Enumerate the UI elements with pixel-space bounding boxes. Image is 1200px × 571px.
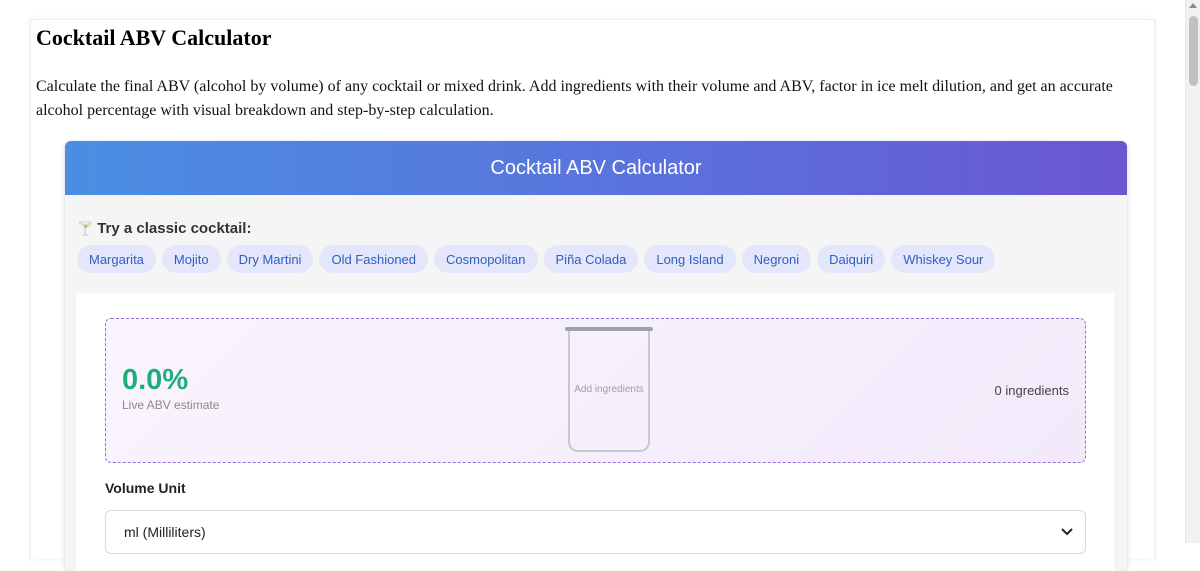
calculator-panel: 0.0% Live ABV estimate Add ingredients 0… <box>76 293 1114 571</box>
abv-value: 0.0% <box>122 364 189 396</box>
volume-unit-label: Volume Unit <box>105 480 186 496</box>
calculator-card: Cocktail ABV Calculator 🍸 Try a classic … <box>65 141 1127 571</box>
scrollbar-thumb[interactable] <box>1189 16 1198 86</box>
abv-preview: 0.0% Live ABV estimate Add ingredients 0… <box>105 318 1086 463</box>
page-scrollbar[interactable] <box>1185 0 1200 543</box>
cocktail-glass-icon: 🍸 <box>77 220 94 236</box>
volume-unit-selected: ml (Milliliters) <box>124 524 206 540</box>
preset-chip-list: Margarita Mojito Dry Martini Old Fashion… <box>77 245 996 273</box>
preset-chip-mojito[interactable]: Mojito <box>161 245 221 273</box>
preset-chip-daiquiri[interactable]: Daiquiri <box>817 245 886 273</box>
page-description: Calculate the final ABV (alcohol by volu… <box>36 78 1113 119</box>
page-container: Cocktail ABV Calculator Calculate the fi… <box>30 19 1155 571</box>
preset-chip-long-island[interactable]: Long Island <box>644 245 736 273</box>
glass-illustration: Add ingredients <box>565 327 653 452</box>
chevron-down-icon <box>1061 528 1073 536</box>
preset-chip-pina-colada[interactable]: Piña Colada <box>543 245 639 273</box>
volume-unit-select[interactable]: ml (Milliliters) <box>105 510 1086 554</box>
preset-chip-whiskey-sour[interactable]: Whiskey Sour <box>891 245 996 273</box>
glass-rim <box>565 327 653 331</box>
glass-empty-text: Add ingredients <box>574 384 644 395</box>
preset-chip-cosmopolitan[interactable]: Cosmopolitan <box>434 245 538 273</box>
preset-chip-old-fashioned[interactable]: Old Fashioned <box>319 245 429 273</box>
page-title: Cocktail ABV Calculator <box>36 25 272 50</box>
abv-caption: Live ABV estimate <box>122 398 220 412</box>
preset-chip-margarita[interactable]: Margarita <box>77 245 156 273</box>
calculator-header: Cocktail ABV Calculator <box>65 141 1127 195</box>
calculator-title: Cocktail ABV Calculator <box>490 156 702 179</box>
preset-chip-negroni[interactable]: Negroni <box>741 245 812 273</box>
ingredient-count: 0 ingredients <box>994 383 1069 398</box>
preset-chip-dry-martini[interactable]: Dry Martini <box>226 245 314 273</box>
presets-label: 🍸 Try a classic cocktail: <box>77 220 251 237</box>
scroll-up-arrow-icon[interactable] <box>1189 3 1197 8</box>
presets-label-text: Try a classic cocktail: <box>97 220 252 237</box>
